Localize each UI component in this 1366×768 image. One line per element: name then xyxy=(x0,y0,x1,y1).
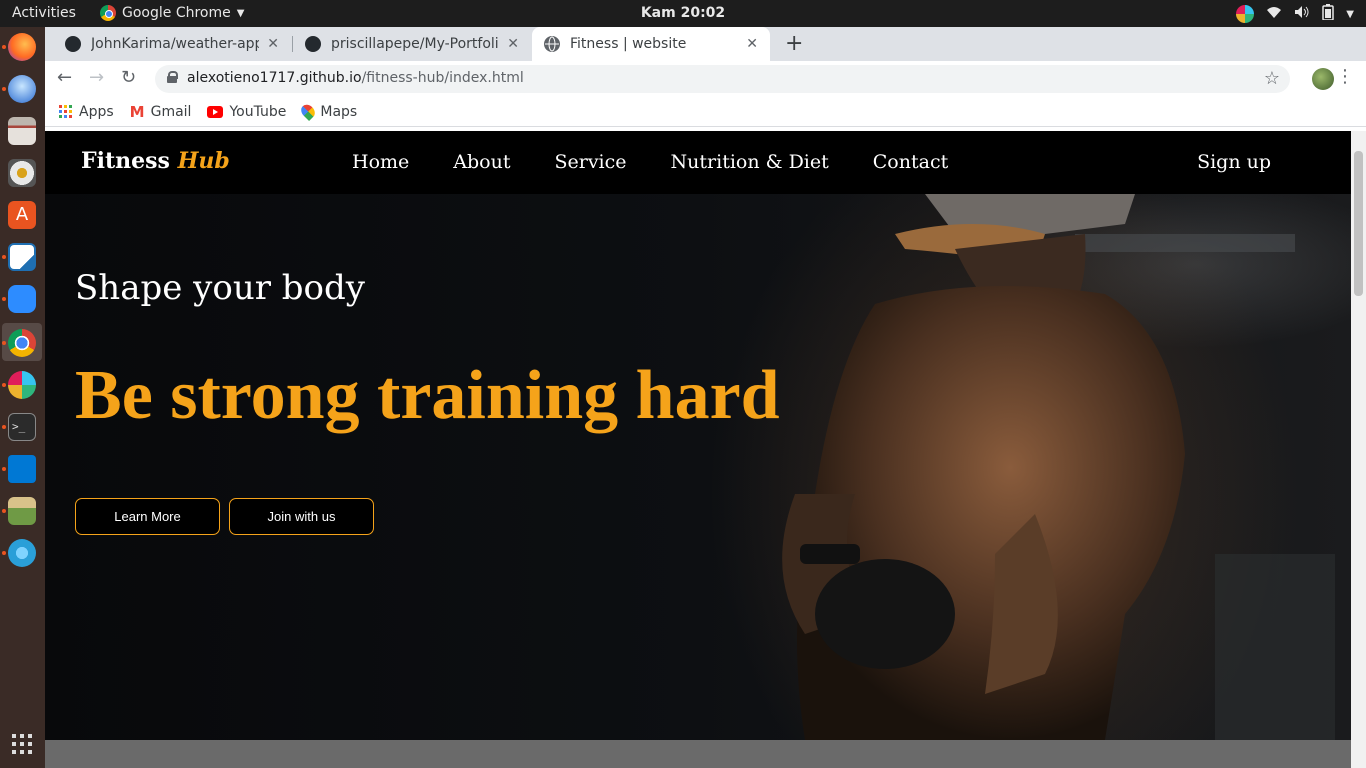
gmail-icon: M xyxy=(129,102,145,121)
show-applications-icon[interactable] xyxy=(12,734,32,754)
chrome-dock-icon[interactable] xyxy=(8,329,36,357)
system-top-bar: Activities Google Chrome ▼ Kam 20:02 ▼ xyxy=(0,0,1366,27)
browser-toolbar: ← → ↻ alexotieno1717.github.io/fitness-h… xyxy=(45,61,1366,97)
running-indicator xyxy=(2,425,6,429)
maps-icon xyxy=(298,101,318,122)
tab-title: Fitness | website xyxy=(570,36,687,52)
tab-weather-app[interactable]: JohnKarima/weather-app ✕ xyxy=(53,27,291,61)
vscode-icon[interactable] xyxy=(8,455,36,483)
lock-icon[interactable] xyxy=(167,71,178,83)
tab-my-portfolio[interactable]: priscillapepe/My-Portfolio ✕ xyxy=(293,27,531,61)
chrome-icon xyxy=(100,5,116,21)
slack-dock-icon[interactable] xyxy=(8,371,36,399)
software-center-icon[interactable]: A xyxy=(8,201,36,229)
nav-nutrition-diet[interactable]: Nutrition & Diet xyxy=(671,151,829,173)
hero-subtitle: Shape your body xyxy=(75,268,365,308)
bookmark-label: Maps xyxy=(320,103,358,120)
url-text[interactable]: alexotieno1717.github.io/fitness-hub/ind… xyxy=(187,70,524,86)
bookmark-label: YouTube xyxy=(229,103,287,120)
page-scrollbar[interactable] xyxy=(1351,131,1366,768)
hero-title: Be strong training hard xyxy=(75,357,780,434)
system-menu-chevron-icon[interactable]: ▼ xyxy=(1346,9,1354,20)
chrome-window: JohnKarima/weather-app ✕ priscillapepe/M… xyxy=(45,27,1366,768)
bookmark-label: Apps xyxy=(79,103,114,120)
chevron-down-icon: ▼ xyxy=(236,7,245,19)
close-tab-icon[interactable]: ✕ xyxy=(267,36,279,52)
firefox-icon[interactable] xyxy=(8,33,36,61)
volume-icon[interactable] xyxy=(1294,5,1310,23)
forward-icon[interactable]: → xyxy=(89,67,104,88)
slack-tray-icon[interactable] xyxy=(1236,5,1255,23)
running-indicator xyxy=(2,341,6,345)
libreoffice-writer-icon[interactable] xyxy=(8,243,36,271)
profile-avatar[interactable] xyxy=(1312,68,1334,90)
signup-link[interactable]: Sign up xyxy=(1197,151,1271,173)
tab-title: JohnKarima/weather-app xyxy=(91,36,260,52)
close-tab-icon[interactable]: ✕ xyxy=(746,36,758,52)
nav-home[interactable]: Home xyxy=(352,151,409,173)
site-logo[interactable]: Fitness Hub xyxy=(81,148,230,174)
nav-contact[interactable]: Contact xyxy=(873,151,948,173)
apps-grid-icon xyxy=(59,104,73,119)
scrollbar-thumb[interactable] xyxy=(1354,151,1363,296)
chrome-menu-icon[interactable]: ⋮ xyxy=(1336,66,1354,87)
bookmark-youtube[interactable]: YouTube xyxy=(207,104,286,120)
app-menu[interactable]: Google Chrome ▼ xyxy=(100,5,244,21)
running-indicator xyxy=(2,297,6,301)
bookmark-gmail[interactable]: M Gmail xyxy=(130,103,192,121)
bookmark-maps[interactable]: Maps xyxy=(298,101,358,122)
nav-service[interactable]: Service xyxy=(554,151,626,173)
logo-accent-text: Hub xyxy=(177,148,230,174)
github-icon xyxy=(305,36,321,52)
settings-app-icon[interactable] xyxy=(8,539,36,567)
hero-section: Shape your body Be strong training hard … xyxy=(45,194,1351,740)
close-tab-icon[interactable]: ✕ xyxy=(507,36,519,52)
next-section-preview xyxy=(45,740,1351,768)
address-bar[interactable]: alexotieno1717.github.io/fitness-hub/ind… xyxy=(155,65,1290,93)
tab-strip: JohnKarima/weather-app ✕ priscillapepe/M… xyxy=(45,27,1366,61)
tab-title: priscillapepe/My-Portfolio xyxy=(331,36,500,52)
activities-button[interactable]: Activities xyxy=(12,5,76,21)
running-indicator xyxy=(2,509,6,513)
bookmarks-bar: Apps M Gmail YouTube Maps xyxy=(45,97,1366,127)
site-navbar: Fitness Hub Home About Service Nutrition… xyxy=(45,131,1351,194)
github-icon xyxy=(65,36,81,52)
battery-icon[interactable] xyxy=(1322,4,1335,24)
system-tray[interactable]: ▼ xyxy=(1236,4,1354,24)
rhythmbox-icon[interactable] xyxy=(8,159,36,187)
globe-icon xyxy=(544,36,560,52)
wifi-icon[interactable] xyxy=(1266,5,1282,23)
join-with-us-button[interactable]: Join with us xyxy=(229,498,374,535)
youtube-icon xyxy=(207,105,224,118)
files-icon[interactable] xyxy=(8,117,36,145)
logo-main-text: Fitness xyxy=(81,148,170,174)
running-indicator xyxy=(2,45,6,49)
reload-icon[interactable]: ↻ xyxy=(121,67,136,88)
hero-athlete-image xyxy=(782,194,1335,740)
running-indicator xyxy=(2,551,6,555)
tab-fitness-website[interactable]: Fitness | website ✕ xyxy=(532,27,770,61)
terminal-icon[interactable]: >_ xyxy=(8,413,36,441)
ubuntu-dock: A >_ xyxy=(0,27,45,768)
image-viewer-icon[interactable] xyxy=(8,497,36,525)
bookmark-apps[interactable]: Apps xyxy=(59,104,114,120)
new-tab-icon[interactable]: + xyxy=(785,31,803,56)
bookmark-label: Gmail xyxy=(150,103,192,120)
learn-more-button[interactable]: Learn More xyxy=(75,498,220,535)
zoom-icon[interactable] xyxy=(8,285,36,313)
app-menu-label: Google Chrome xyxy=(122,5,231,21)
running-indicator xyxy=(2,87,6,91)
bookmark-star-icon[interactable]: ☆ xyxy=(1264,68,1280,89)
back-icon[interactable]: ← xyxy=(57,67,72,88)
nav-about[interactable]: About xyxy=(453,151,510,173)
running-indicator xyxy=(2,255,6,259)
page-viewport: Fitness Hub Home About Service Nutrition… xyxy=(45,131,1351,768)
thunderbird-icon[interactable] xyxy=(8,75,36,103)
running-indicator xyxy=(2,383,6,387)
site-nav-links: Home About Service Nutrition & Diet Cont… xyxy=(352,151,948,173)
running-indicator xyxy=(2,467,6,471)
